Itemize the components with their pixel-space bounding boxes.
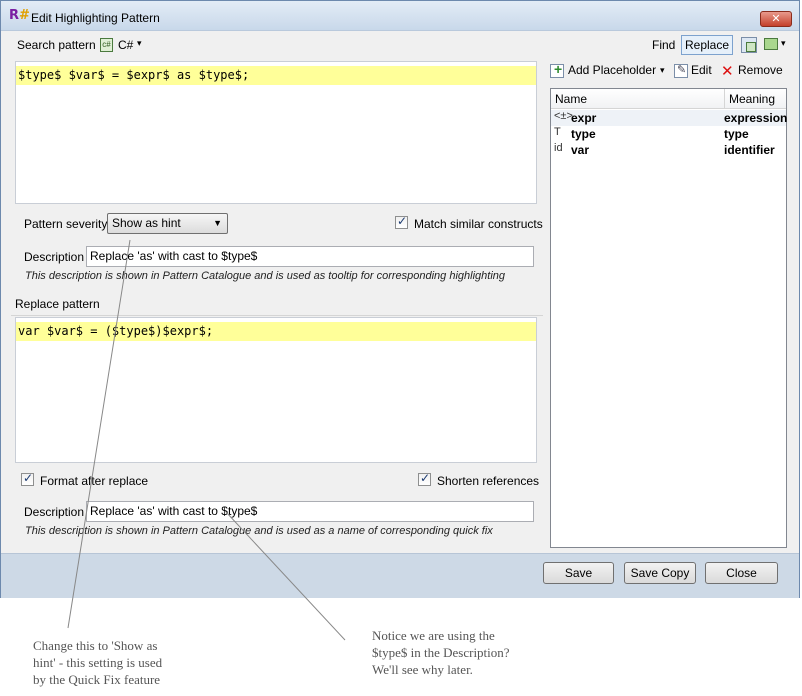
- severity-annotation-line: by the Quick Fix feature: [33, 672, 161, 687]
- description-annotation-line: $type$ in the Description?: [372, 645, 510, 660]
- description-callout-line: [225, 511, 346, 641]
- severity-annotation-line: hint' - this setting is used: [33, 655, 163, 670]
- description-annotation: Notice we are using the $type$ in the De…: [372, 627, 510, 678]
- severity-annotation-line: Change this to 'Show as: [33, 638, 158, 653]
- description-annotation-line: We'll see why later.: [372, 662, 473, 677]
- description-annotation-line: Notice we are using the: [372, 628, 495, 643]
- severity-callout-line: [67, 239, 131, 629]
- severity-annotation: Change this to 'Show as hint' - this set…: [33, 637, 162, 688]
- annotation-lines: [67, 239, 346, 641]
